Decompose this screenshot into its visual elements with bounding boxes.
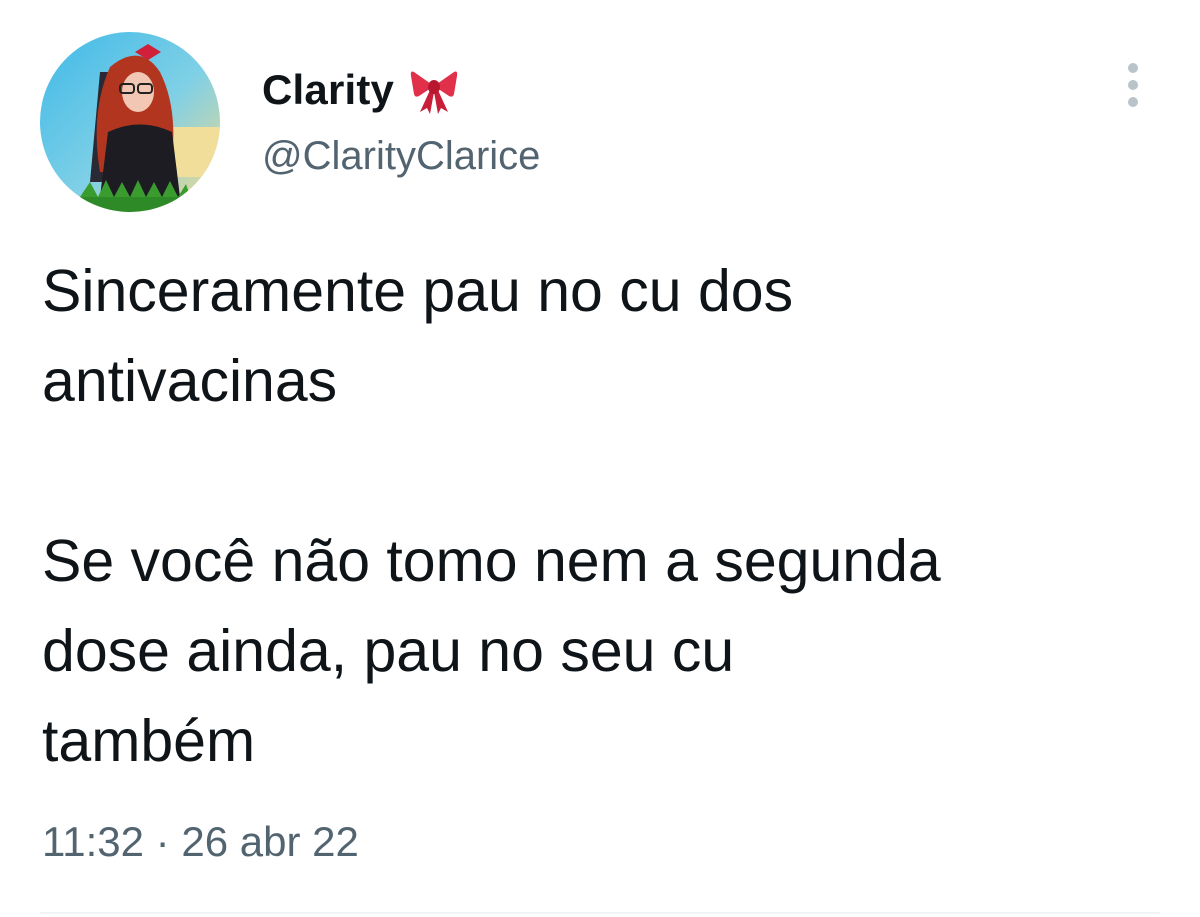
tweet-text: Sinceramente pau no cu dos antivacinas S…	[42, 258, 941, 774]
author-name-row[interactable]: Clarity	[262, 60, 460, 120]
timestamp-separator: ·	[155, 818, 170, 865]
tweet-timestamp[interactable]: 11:32 · 26 abr 22	[42, 818, 359, 866]
tweet-time[interactable]: 11:32	[42, 818, 144, 865]
tweet-date[interactable]: 26 abr 22	[181, 818, 358, 865]
author-handle[interactable]: @ClarityClarice	[262, 134, 540, 179]
more-options-icon[interactable]	[1118, 60, 1148, 112]
divider	[40, 912, 1160, 914]
display-name[interactable]: Clarity	[262, 66, 394, 114]
avatar[interactable]	[40, 32, 220, 212]
profile-photo-icon	[40, 32, 220, 212]
tweet-card: Clarity @ClarityClarice Sinceramente pau…	[0, 0, 1200, 917]
ribbon-bow-icon	[408, 64, 460, 116]
